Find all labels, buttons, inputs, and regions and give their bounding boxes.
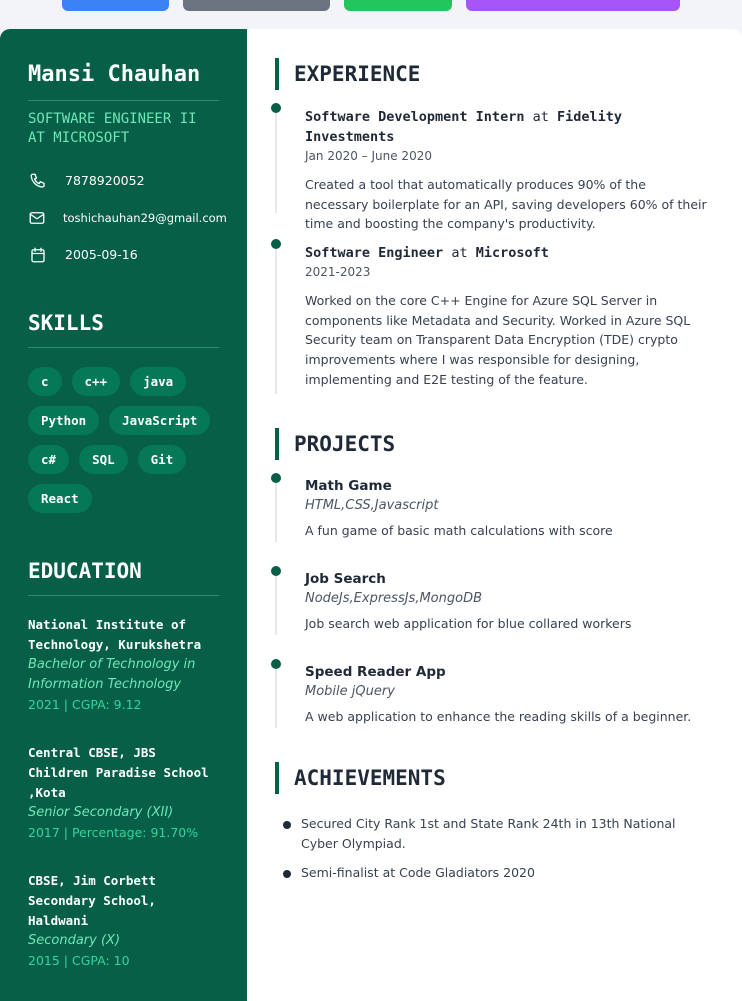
role-line: AT MICROSOFT — [28, 130, 130, 146]
project-name: Job Search — [305, 571, 386, 587]
experience-item: Software Development Intern at Fidelity … — [271, 103, 712, 231]
timeline-dot — [271, 566, 281, 576]
toolbar-button-green[interactable] — [344, 0, 452, 11]
divider — [28, 595, 219, 596]
achievement-item: Semi-finalist at Code Gladiators 2020 — [283, 863, 712, 883]
dob-text: 2005-09-16 — [65, 247, 138, 262]
timeline-dot — [271, 239, 281, 249]
education-heading: EDUCATION — [28, 559, 142, 583]
experience-date: Jan 2020 – June 2020 — [305, 149, 432, 163]
edu-school: Central CBSE, JBS Children Paradise Scho… — [28, 745, 209, 800]
edu-degree: Secondary (X) — [28, 933, 121, 948]
achievement-item: Secured City Rank 1st and State Rank 24t… — [283, 814, 712, 854]
timeline-dot — [271, 473, 281, 483]
project-desc: A web application to enhance the reading… — [305, 709, 692, 724]
contact-dob: 2005-09-16 — [28, 236, 219, 273]
experience-desc: Created a tool that automatically produc… — [305, 177, 707, 232]
skill-chip: c — [28, 367, 62, 396]
bullet-icon — [283, 870, 291, 878]
skill-chip: Git — [137, 445, 187, 474]
skill-chip: SQL — [79, 445, 128, 474]
achievement-text: Secured City Rank 1st and State Rank 24t… — [301, 816, 676, 851]
toolbar-button-blue[interactable] — [62, 0, 169, 11]
at-connector: at — [532, 109, 549, 125]
company-name: Microsoft — [475, 245, 549, 261]
email-text: toshichauhan29@gmail.com — [63, 210, 227, 225]
experience-title: Software Engineer at Microsoft — [305, 243, 712, 263]
project-tech: HTML,CSS,Javascript — [305, 498, 439, 513]
experience-desc: Worked on the core C++ Engine for Azure … — [305, 293, 691, 387]
achievement-text: Semi-finalist at Code Gladiators 2020 — [301, 865, 535, 880]
job-title: Software Engineer — [305, 245, 444, 261]
experience-date: 2021-2023 — [305, 265, 371, 279]
main-content: EXPERIENCE Software Development Intern a… — [247, 29, 742, 1001]
experience-item: Software Engineer at Microsoft 2021-2023… — [271, 239, 712, 394]
skill-chip: c# — [28, 445, 70, 474]
at-connector: at — [451, 245, 468, 261]
divider — [28, 347, 219, 348]
project-item: Speed Reader App Mobile jQuery A web app… — [271, 659, 712, 728]
contact-email: toshichauhan29@gmail.com — [28, 199, 227, 236]
skill-chip: Python — [28, 406, 100, 435]
project-item: Job Search NodeJs,ExpressJs,MongoDB Job … — [271, 566, 712, 635]
experience-timeline: Software Development Intern at Fidelity … — [271, 103, 712, 394]
skill-chip: c++ — [71, 367, 121, 396]
edu-score: 2015 | CGPA: 10 — [28, 953, 130, 968]
skill-chip: React — [28, 484, 92, 513]
toolbar-button-gray[interactable] — [183, 0, 330, 11]
timeline-dot — [271, 659, 281, 669]
edu-score: 2017 | Percentage: 91.70% — [28, 825, 199, 840]
edu-school: CBSE, Jim Corbett Secondary School, Hald… — [28, 873, 156, 928]
toolbar-button-purple[interactable] — [466, 0, 680, 11]
phone-text: 7878920052 — [65, 173, 145, 188]
achievements-section: ACHIEVEMENTS Secured City Rank 1st and S… — [275, 762, 712, 883]
education-item: CBSE, Jim Corbett Secondary School, Hald… — [28, 871, 219, 970]
project-tech: Mobile jQuery — [305, 684, 395, 699]
profile-role: SOFTWARE ENGINEER II AT MICROSOFT — [28, 110, 219, 148]
resume: Mansi Chauhan SOFTWARE ENGINEER II AT MI… — [0, 29, 742, 1001]
project-item: Math Game HTML,CSS,Javascript A fun game… — [271, 473, 712, 542]
profile-name: Mansi Chauhan — [28, 62, 201, 87]
experience-title: Software Development Intern at Fidelity … — [305, 107, 712, 147]
education-list: National Institute of Technology, Kuruks… — [28, 615, 219, 970]
phone-icon — [28, 171, 48, 191]
skill-chip: java — [130, 367, 187, 396]
role-line: SOFTWARE ENGINEER II — [28, 111, 197, 127]
projects-heading: PROJECTS — [275, 428, 712, 460]
timeline-dot — [271, 103, 281, 113]
project-desc: Job search web application for blue coll… — [305, 616, 632, 631]
experience-heading: EXPERIENCE — [275, 58, 712, 90]
project-name: Math Game — [305, 478, 392, 494]
skills-list: c c++ java Python JavaScript c# SQL Git … — [28, 367, 219, 513]
skill-chip: JavaScript — [109, 406, 211, 435]
mail-icon — [28, 208, 46, 228]
divider — [28, 100, 219, 101]
project-desc: A fun game of basic math calculations wi… — [305, 523, 613, 538]
bullet-icon — [283, 821, 291, 829]
project-tech: NodeJs,ExpressJs,MongoDB — [305, 591, 482, 606]
contact-phone: 7878920052 — [28, 162, 219, 199]
experience-section: EXPERIENCE Software Development Intern a… — [271, 58, 712, 394]
project-name: Speed Reader App — [305, 664, 446, 680]
education-item: Central CBSE, JBS Children Paradise Scho… — [28, 743, 219, 842]
job-title: Software Development Intern — [305, 109, 525, 125]
contact-list: 7878920052 toshichauhan29@gmail.com 2005… — [28, 162, 227, 273]
edu-school: National Institute of Technology, Kuruks… — [28, 617, 202, 652]
calendar-icon — [28, 245, 48, 265]
projects-section: PROJECTS Math Game HTML,CSS,Javascript A… — [271, 428, 712, 728]
sidebar: Mansi Chauhan SOFTWARE ENGINEER II AT MI… — [0, 29, 247, 1001]
projects-timeline: Math Game HTML,CSS,Javascript A fun game… — [271, 473, 712, 728]
edu-degree: Bachelor of Technology in Information Te… — [28, 657, 196, 692]
skills-heading: SKILLS — [28, 311, 104, 335]
achievements-list: Secured City Rank 1st and State Rank 24t… — [275, 814, 712, 883]
achievements-heading: ACHIEVEMENTS — [275, 762, 712, 794]
education-item: National Institute of Technology, Kuruks… — [28, 615, 219, 714]
edu-score: 2021 | CGPA: 9.12 — [28, 697, 142, 712]
edu-degree: Senior Secondary (XII) — [28, 805, 174, 820]
